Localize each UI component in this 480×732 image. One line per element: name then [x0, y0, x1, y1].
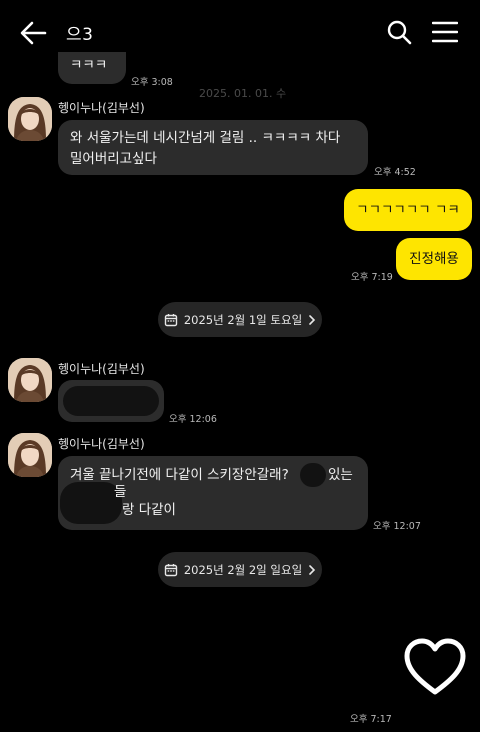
redaction-mark [300, 463, 326, 487]
avatar[interactable] [8, 433, 52, 477]
avatar-photo [8, 358, 52, 402]
message-line: 랑 다같이 [122, 502, 176, 518]
search-icon[interactable] [386, 19, 412, 45]
my-message-bubble[interactable]: 진정해용 [396, 238, 472, 280]
hamburger-menu-icon[interactable] [432, 20, 458, 44]
message-time: 오후 7:17 [350, 714, 392, 725]
back-arrow-icon[interactable] [18, 18, 48, 48]
message-line: 밀어버리고싶다 [70, 151, 157, 167]
message-text: ㅋㅋㅋ [70, 57, 108, 73]
chat-title: 으3 [66, 25, 94, 45]
date-divider[interactable]: 2025년 2월 1일 토요일 [158, 302, 322, 337]
sender-name: 헹이누나(김부선) [58, 101, 145, 115]
heart-icon[interactable] [402, 636, 468, 698]
chevron-right-icon [309, 314, 316, 325]
date-watermark: 2025. 01. 01. 수 [199, 87, 287, 100]
date-divider-label: 2025년 2월 2일 일요일 [183, 562, 303, 577]
message-bubble-redacted[interactable] [58, 380, 164, 422]
calendar-icon [164, 563, 178, 576]
message-time: 오후 12:07 [373, 521, 421, 532]
message-bubble[interactable]: 겨울 끝나기전에 다같이 스키장안갈래? 있는 들 랑 다같이 [58, 456, 368, 530]
date-divider[interactable]: 2025년 2월 2일 일요일 [158, 552, 322, 587]
chevron-right-icon [309, 564, 316, 575]
message-bubble-partial[interactable]: ㅋㅋㅋ [58, 52, 126, 84]
message-line: 와 서울가는데 네시간넘게 걸림 .. ㅋㅋㅋㅋ 차다 [70, 130, 341, 146]
message-bubble[interactable]: 와 서울가는데 네시간넘게 걸림 .. ㅋㅋㅋㅋ 차다 밀어버리고싶다 [58, 120, 368, 175]
redaction-mark [60, 482, 122, 524]
sender-name: 헹이누나(김부선) [58, 437, 145, 451]
message-time: 오후 7:19 [351, 272, 393, 283]
avatar[interactable] [8, 97, 52, 141]
date-divider-label: 2025년 2월 1일 토요일 [183, 312, 303, 327]
message-line: 있는 [328, 467, 353, 483]
message-time: 오후 4:52 [374, 167, 416, 178]
message-time: 오후 12:06 [169, 414, 217, 425]
avatar-photo [8, 433, 52, 477]
message-text: 진정해용 [409, 251, 459, 267]
avatar[interactable] [8, 358, 52, 402]
redaction-mark [63, 386, 159, 416]
message-time: 오후 3:08 [131, 77, 173, 88]
avatar-photo [8, 97, 52, 141]
calendar-icon [164, 313, 178, 326]
message-text: ㄱㄱㄱㄱㄱㄱ ㄱㅋ [356, 202, 460, 218]
my-message-bubble[interactable]: ㄱㄱㄱㄱㄱㄱ ㄱㅋ [344, 189, 472, 231]
sender-name: 헹이누나(김부선) [58, 362, 145, 376]
